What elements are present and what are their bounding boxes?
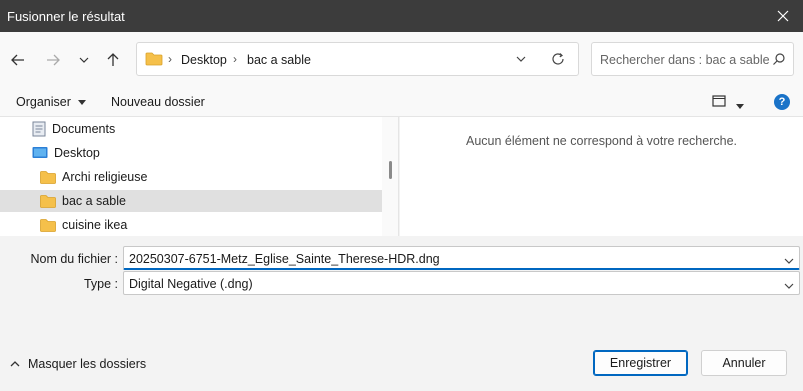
title-bar: Fusionner le résultat	[0, 0, 803, 32]
tree-item-archi-religieuse[interactable]: Archi religieuse	[0, 166, 382, 188]
command-bar: Organiser Nouveau dossier ?	[0, 87, 803, 117]
documents-icon	[32, 121, 46, 137]
help-button[interactable]: ?	[774, 94, 790, 110]
navigation-pane: Documents Desktop Archi religieuse bac a…	[0, 117, 399, 236]
tree-item-label: Archi religieuse	[62, 170, 148, 184]
save-button[interactable]: Enregistrer	[593, 350, 688, 376]
tree-item-desktop[interactable]: Desktop	[0, 142, 382, 164]
filename-label: Nom du fichier :	[30, 252, 118, 266]
tree-item-cuisine-ikea[interactable]: cuisine ikea	[0, 214, 382, 236]
type-select[interactable]: Digital Negative (.dng)	[123, 271, 800, 295]
navigation-bar: › Desktop › bac a sable Rechercher dans …	[0, 32, 803, 87]
cancel-button[interactable]: Annuler	[701, 350, 787, 376]
close-button[interactable]	[763, 0, 803, 32]
view-options-button[interactable]	[712, 95, 726, 110]
window-title: Fusionner le résultat	[7, 9, 125, 24]
chevron-down-icon[interactable]	[784, 254, 794, 268]
caret-down-icon	[736, 104, 744, 109]
folder-icon	[40, 170, 56, 184]
caret-down-icon	[78, 99, 87, 105]
tree-item-label: cuisine ikea	[62, 218, 128, 232]
tree-item-label: bac a sable	[62, 194, 126, 208]
type-value: Digital Negative (.dng)	[129, 277, 253, 291]
chevron-right-icon: ›	[168, 52, 172, 66]
tree-item-bac-a-sable[interactable]: bac a sable	[0, 190, 382, 212]
arrow-left-icon	[11, 54, 24, 66]
view-dropdown-button[interactable]	[736, 99, 744, 113]
recent-locations-button[interactable]	[72, 48, 96, 72]
filename-value[interactable]: 20250307-6751-Metz_Eglise_Sainte_Therese…	[129, 252, 440, 266]
tree-item-documents[interactable]: Documents	[0, 118, 382, 140]
empty-message: Aucun élément ne correspond à votre rech…	[466, 134, 737, 148]
folder-icon	[40, 194, 56, 208]
arrow-right-icon	[47, 54, 60, 66]
organize-label: Organiser	[16, 95, 71, 109]
forward-button[interactable]	[41, 48, 65, 72]
back-button[interactable]	[6, 48, 30, 72]
folder-icon	[40, 218, 56, 232]
chevron-down-icon[interactable]	[784, 279, 794, 293]
arrow-up-icon	[107, 53, 119, 66]
type-label: Type :	[83, 277, 118, 291]
filename-field[interactable]: 20250307-6751-Metz_Eglise_Sainte_Therese…	[123, 246, 800, 270]
chevron-up-icon	[10, 360, 20, 368]
breadcrumb-desktop[interactable]: Desktop	[181, 53, 227, 67]
organize-button[interactable]: Organiser	[16, 95, 87, 109]
up-button[interactable]	[101, 48, 125, 72]
close-icon	[777, 10, 789, 22]
search-box[interactable]: Rechercher dans : bac a sable	[591, 42, 794, 76]
file-list[interactable]: Aucun élément ne correspond à votre rech…	[400, 117, 803, 236]
nav-scrollbar-thumb[interactable]	[389, 161, 392, 179]
desktop-icon	[32, 146, 48, 160]
breadcrumb-bac-a-sable[interactable]: bac a sable	[247, 53, 311, 67]
tree-item-label: Documents	[52, 122, 116, 136]
refresh-button[interactable]	[551, 52, 565, 69]
refresh-icon	[552, 53, 564, 65]
search-placeholder: Rechercher dans : bac a sable	[600, 53, 770, 67]
hide-folders-label: Masquer les dossiers	[28, 357, 147, 371]
chevron-down-icon	[516, 56, 526, 62]
address-dropdown-button[interactable]	[515, 53, 527, 68]
save-form: Nom du fichier : 20250307-6751-Metz_Egli…	[0, 236, 803, 391]
new-folder-button[interactable]: Nouveau dossier	[111, 95, 205, 109]
view-icon	[712, 95, 726, 107]
address-bar[interactable]: › Desktop › bac a sable	[136, 42, 579, 76]
tree-item-label: Desktop	[54, 146, 100, 160]
search-icon[interactable]	[772, 52, 786, 69]
chevron-right-icon: ›	[233, 52, 237, 66]
chevron-down-icon	[79, 57, 89, 63]
hide-folders-button[interactable]: Masquer les dossiers	[10, 357, 146, 371]
folder-icon	[145, 52, 163, 69]
